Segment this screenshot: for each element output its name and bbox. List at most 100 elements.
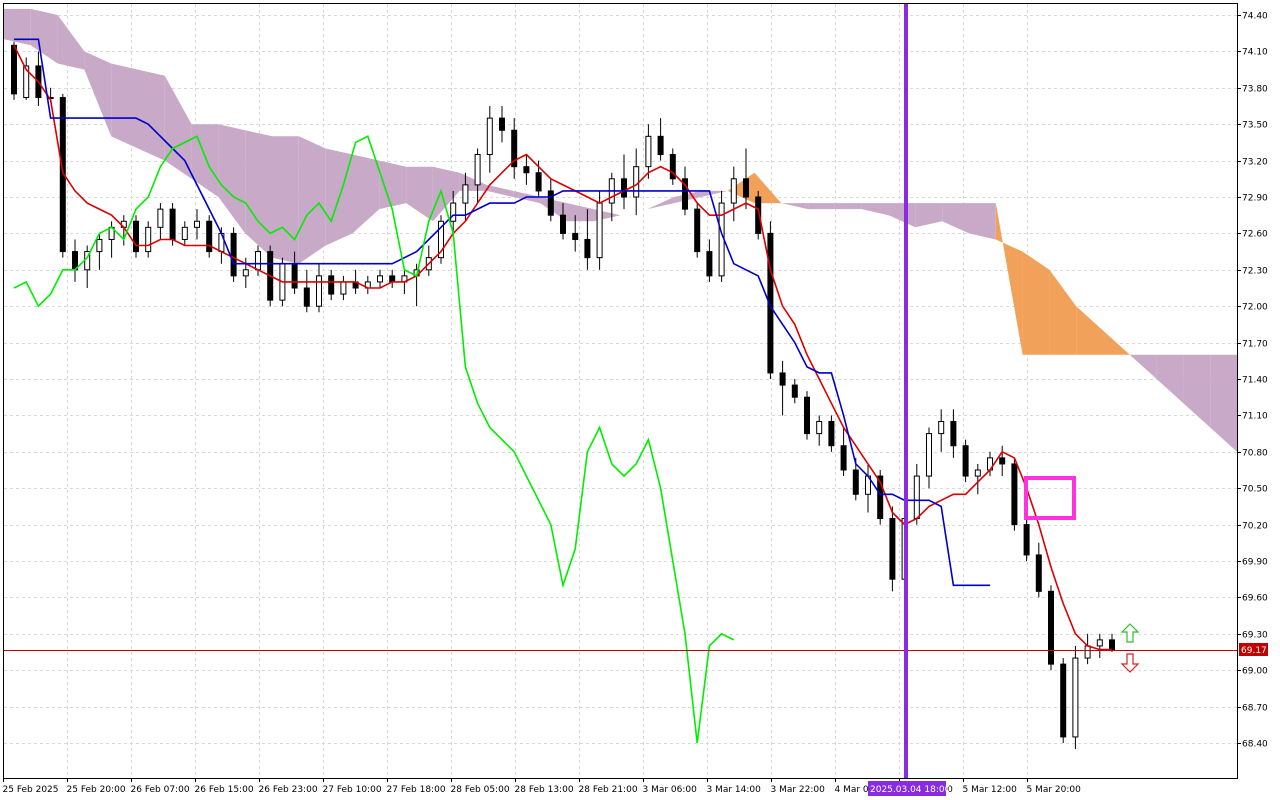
x-tick-label: 3 Mar 06:00 [643, 785, 698, 795]
candle[interactable] [96, 238, 103, 253]
candle[interactable] [743, 178, 749, 198]
cloud-segment [808, 203, 835, 210]
candle[interactable] [389, 275, 396, 283]
y-tick-label: 72.60 [1242, 230, 1268, 240]
candle[interactable] [596, 202, 603, 259]
candle[interactable] [547, 190, 554, 216]
candle[interactable] [340, 281, 347, 295]
y-tick-label: 72.30 [1242, 267, 1268, 277]
y-tick-label: 72.90 [1242, 194, 1268, 204]
candle[interactable] [1011, 463, 1018, 526]
x-tick-label: 3 Mar 14:00 [707, 785, 762, 795]
candle[interactable] [291, 263, 298, 289]
candle[interactable] [889, 518, 896, 580]
candle[interactable] [1048, 590, 1054, 665]
cursor-time-tag: 2025.03.04 18:00 [870, 785, 951, 795]
candle[interactable] [133, 220, 139, 253]
candle[interactable] [181, 226, 188, 240]
candle[interactable] [486, 117, 493, 156]
candle[interactable] [791, 384, 798, 398]
candle[interactable] [450, 202, 457, 222]
y-tick-label: 73.20 [1242, 158, 1268, 168]
candle[interactable] [816, 420, 823, 435]
x-tick-label: 28 Feb 05:00 [451, 785, 510, 795]
cloud-segment [138, 69, 165, 161]
cloud-segment [298, 136, 326, 264]
current-price-tag: 69.17 [1241, 646, 1267, 656]
candle[interactable] [1023, 524, 1030, 556]
candle[interactable] [462, 184, 469, 204]
candle[interactable] [11, 44, 17, 95]
cloud-segment [272, 136, 299, 264]
y-tick-label: 68.70 [1242, 704, 1268, 714]
x-tick-label: 25 Feb 20:00 [67, 785, 126, 795]
x-tick-label: 26 Feb 07:00 [131, 785, 190, 795]
ichimoku-chart[interactable]: 74.40 74.10 73.80 73.50 73.20 72.90 72.60 72.30… [0, 0, 1280, 800]
candle[interactable] [255, 251, 261, 271]
candle[interactable] [657, 135, 664, 156]
x-tick-label: 28 Feb 21:00 [579, 785, 638, 795]
candle[interactable] [852, 469, 859, 495]
candle[interactable] [1035, 554, 1042, 592]
candle[interactable] [572, 232, 579, 240]
y-tick-label: 71.40 [1242, 376, 1268, 386]
candle[interactable] [474, 154, 481, 186]
candle[interactable] [499, 117, 505, 131]
candle[interactable] [377, 275, 383, 283]
candle[interactable] [316, 275, 322, 307]
cloud-segment [969, 203, 996, 240]
candle[interactable] [730, 178, 737, 204]
price-axis[interactable]: 74.40 74.10 73.80 73.50 73.20 72.90 72.60 72.30… [1237, 12, 1268, 750]
candle[interactable] [779, 372, 786, 386]
candle[interactable] [694, 208, 701, 253]
candle[interactable] [1084, 645, 1091, 659]
candle[interactable] [328, 275, 335, 295]
x-tick-label: 26 Feb 15:00 [195, 785, 254, 795]
candle[interactable] [303, 287, 310, 307]
y-tick-label: 73.80 [1242, 85, 1268, 95]
candle[interactable] [169, 208, 176, 240]
y-tick-label: 74.10 [1242, 48, 1268, 58]
candle[interactable] [242, 269, 249, 277]
candle[interactable] [926, 433, 932, 477]
x-tick-label: 3 Mar 22:00 [771, 785, 826, 795]
candle[interactable] [1060, 663, 1067, 738]
x-tick-label: 25 Feb 2025 [3, 785, 59, 795]
x-tick-label: 5 Mar 20:00 [1027, 785, 1082, 795]
candle[interactable] [913, 475, 920, 520]
y-tick-label: 72.00 [1242, 303, 1268, 313]
candle[interactable] [962, 445, 969, 477]
candle[interactable] [706, 251, 713, 277]
candle[interactable] [1109, 639, 1115, 651]
y-tick-label: 69.00 [1242, 667, 1268, 677]
candle[interactable] [1072, 657, 1079, 738]
x-tick-label: 26 Feb 23:00 [259, 785, 318, 795]
candle[interactable] [230, 232, 237, 277]
candle[interactable] [194, 220, 200, 228]
candle[interactable] [938, 420, 945, 435]
candle[interactable] [840, 445, 847, 471]
y-tick-label: 70.50 [1242, 485, 1268, 495]
candle[interactable] [645, 135, 652, 168]
y-tick-label: 74.40 [1242, 12, 1268, 22]
candle[interactable] [523, 166, 530, 174]
candle[interactable] [560, 214, 566, 234]
candle[interactable] [828, 420, 835, 447]
candle[interactable] [1096, 639, 1103, 647]
y-tick-label: 71.70 [1242, 340, 1268, 350]
y-tick-label: 70.80 [1242, 449, 1268, 459]
candle[interactable] [145, 226, 152, 253]
x-tick-label: 27 Feb 18:00 [387, 785, 446, 795]
candle[interactable] [804, 396, 810, 435]
candle[interactable] [950, 420, 957, 447]
candle[interactable] [974, 469, 981, 477]
candle[interactable] [633, 166, 640, 198]
y-tick-label: 71.10 [1242, 412, 1268, 422]
candle[interactable] [621, 178, 627, 198]
y-tick-label: 69.60 [1242, 594, 1268, 604]
candle[interactable] [157, 208, 164, 228]
candle[interactable] [535, 172, 542, 192]
candle[interactable] [999, 457, 1006, 465]
candle[interactable] [584, 238, 591, 259]
y-tick-label: 68.40 [1242, 740, 1268, 750]
